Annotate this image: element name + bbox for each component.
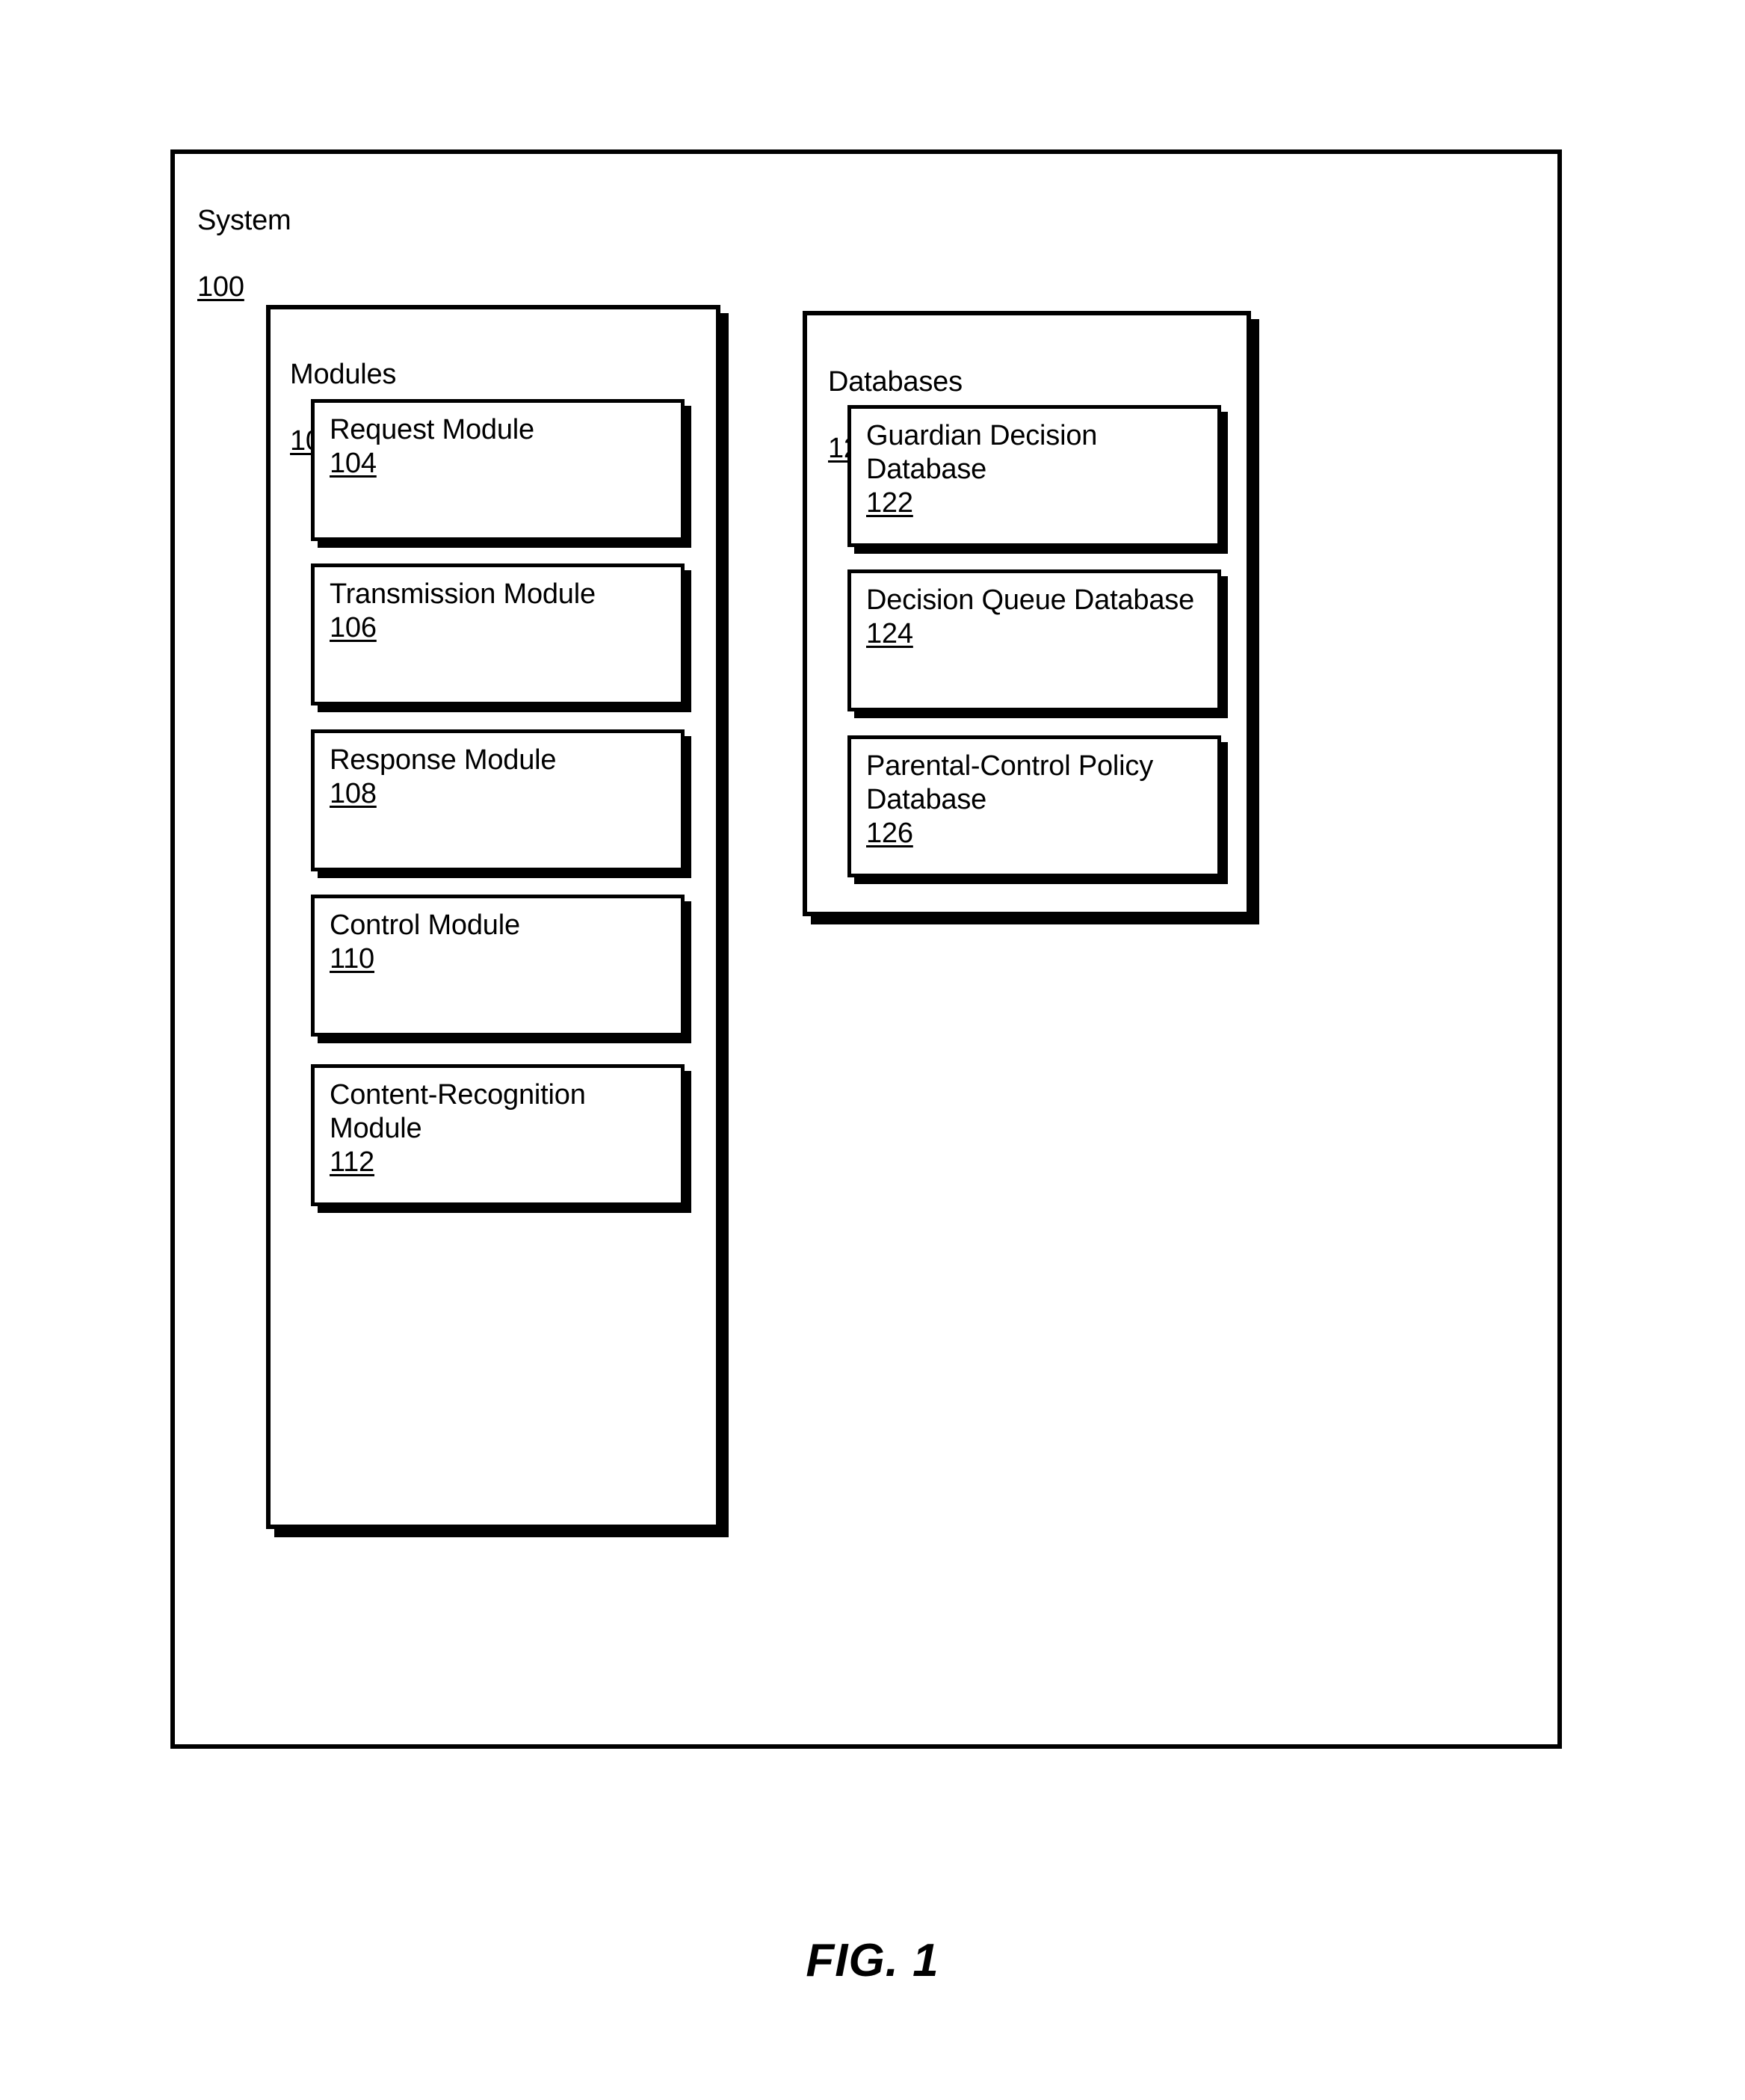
system-reference-number: 100	[197, 271, 244, 303]
parental-control-policy-database-title: Parental-Control Policy Database	[866, 750, 1154, 815]
response-module-label: Response Module 108	[330, 744, 557, 811]
modules-title: Modules	[290, 358, 397, 390]
parental-control-policy-database-reference-number: 126	[866, 817, 913, 849]
response-module-reference-number: 108	[330, 777, 377, 809]
decision-queue-database-box: Decision Queue Database 124	[847, 569, 1221, 711]
request-module-box: Request Module 104	[311, 399, 685, 541]
content-recognition-module-label: Content-Recognition Module 112	[330, 1078, 681, 1179]
modules-container-box: Modules 102 Request Module 104 Transmiss…	[266, 305, 720, 1529]
transmission-module-title: Transmission Module	[330, 578, 596, 610]
figure-caption: FIG. 1	[806, 1935, 939, 1986]
transmission-module-reference-number: 106	[330, 611, 377, 643]
decision-queue-database-title: Decision Queue Database	[866, 584, 1195, 616]
guardian-decision-database-label: Guardian Decision Database 122	[866, 419, 1217, 519]
system-label: System 100	[197, 170, 291, 304]
decision-queue-database-reference-number: 124	[866, 617, 913, 649]
request-module-label: Request Module 104	[330, 413, 534, 481]
guardian-decision-database-box: Guardian Decision Database 122	[847, 405, 1221, 547]
databases-container-box: Databases 120 Guardian Decision Database…	[803, 311, 1251, 916]
transmission-module-box: Transmission Module 106	[311, 563, 685, 705]
decision-queue-database-label: Decision Queue Database 124	[866, 584, 1194, 651]
control-module-label: Control Module 110	[330, 909, 520, 976]
databases-title: Databases	[828, 365, 963, 398]
request-module-title: Request Module	[330, 414, 534, 445]
content-recognition-module-title: Content-Recognition Module	[330, 1079, 586, 1144]
response-module-title: Response Module	[330, 744, 557, 776]
patent-figure-sheet: System 100 Modules 102 Request Module 10…	[0, 0, 1745, 2100]
guardian-decision-database-title: Guardian Decision Database	[866, 420, 1098, 485]
system-title: System	[197, 204, 291, 236]
control-module-reference-number: 110	[330, 942, 374, 975]
guardian-decision-database-reference-number: 122	[866, 487, 913, 519]
control-module-box: Control Module 110	[311, 895, 685, 1037]
system-boundary-box: System 100 Modules 102 Request Module 10…	[170, 149, 1562, 1749]
parental-control-policy-database-label: Parental-Control Policy Database 126	[866, 750, 1217, 850]
content-recognition-module-reference-number: 112	[330, 1146, 374, 1178]
parental-control-policy-database-box: Parental-Control Policy Database 126	[847, 735, 1221, 877]
response-module-box: Response Module 108	[311, 729, 685, 871]
transmission-module-label: Transmission Module 106	[330, 578, 596, 645]
content-recognition-module-box: Content-Recognition Module 112	[311, 1064, 685, 1206]
control-module-title: Control Module	[330, 910, 520, 941]
request-module-reference-number: 104	[330, 447, 377, 479]
